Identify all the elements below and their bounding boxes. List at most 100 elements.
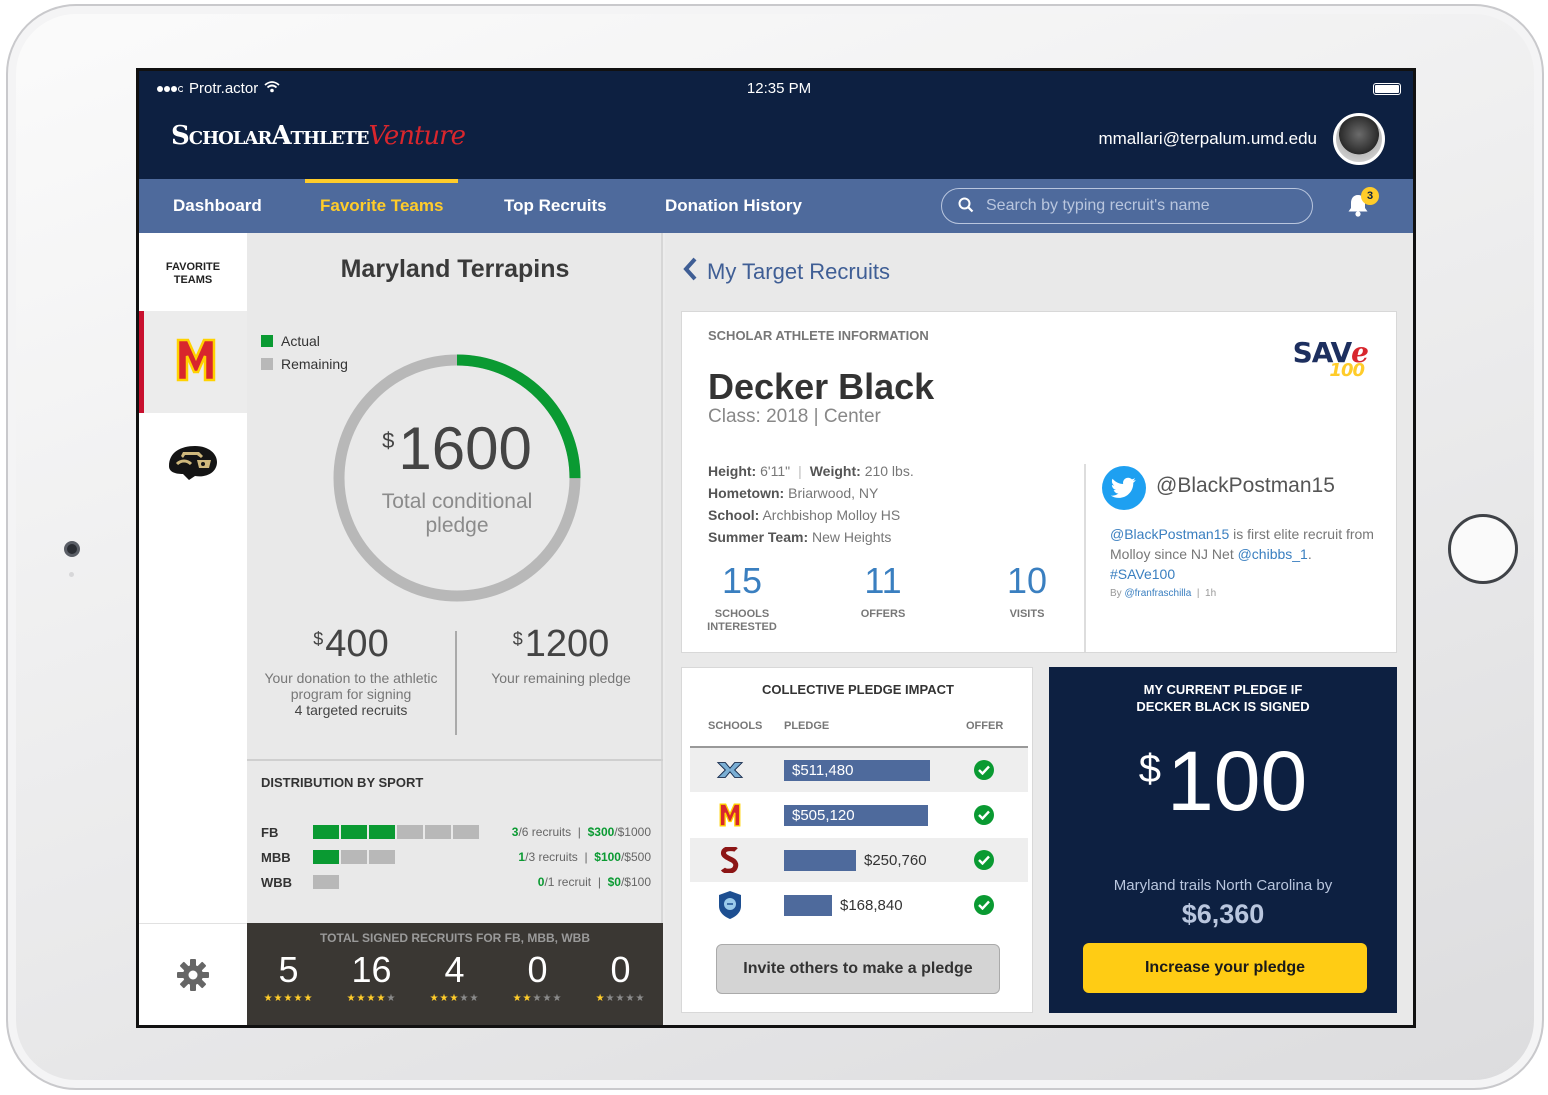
signed-count-value: 5 <box>278 949 299 990</box>
home-button[interactable] <box>1448 514 1518 584</box>
distribution-segment <box>341 850 367 864</box>
tweet-by: By <box>1110 588 1122 599</box>
distribution-segment <box>397 825 423 839</box>
stats-separator: | <box>584 850 588 864</box>
nav-top-recruits[interactable]: Top Recruits <box>504 179 607 233</box>
nav-favorite-teams[interactable]: Favorite Teams <box>304 179 459 233</box>
collective-pledge-impact-card: COLLECTIVE PLEDGE IMPACT SCHOOLS PLEDGE … <box>681 667 1033 1013</box>
stat-label: OFFERS <box>860 608 906 620</box>
colorado-buffaloes-logo-icon <box>165 442 221 487</box>
athlete-hometown: Briarwood, NY <box>788 485 879 501</box>
gear-icon <box>176 958 210 997</box>
columbia-lion-logo-icon <box>716 891 744 919</box>
distribution-segment <box>369 850 395 864</box>
total-pledge-value: 1600 <box>398 415 532 482</box>
sport-progress-bar <box>313 825 479 839</box>
stats-separator: | <box>597 875 601 889</box>
signed-count: 16 ★★★★★ <box>330 949 413 1004</box>
nav-donation-history[interactable]: Donation History <box>665 179 802 233</box>
my-pledge-title-line1: MY CURRENT PLEDGE IF <box>1143 682 1303 697</box>
signed-count-value: 0 <box>610 949 631 990</box>
signed-count: 0 ★★★★★ <box>579 949 662 1004</box>
app-logo[interactable]: ScholarAthleteVenture <box>171 121 466 151</box>
sport-progress-bar <box>313 875 339 889</box>
school-label: School: <box>708 507 760 523</box>
tweet-author[interactable]: @franfraschilla <box>1124 588 1191 599</box>
distribution-row: MBB 1/3 recruits | $100/$500 <box>261 848 651 868</box>
donut-center-text: $1600 Total conditional pledge <box>327 348 587 608</box>
donation-desc-line3: 4 targeted recruits <box>294 702 408 718</box>
status-bar: Protr.actor 12:35 PM <box>139 71 1413 107</box>
distribution-segment <box>369 825 395 839</box>
search-box[interactable] <box>941 188 1313 224</box>
tweet-mention[interactable]: @BlackPostman15 <box>1110 526 1229 542</box>
stat-value: 10 <box>1006 560 1048 601</box>
sport-total: /3 recruits <box>525 850 578 864</box>
sidebar-team-maryland[interactable] <box>139 311 247 413</box>
pledge-value: $168,840 <box>840 897 903 914</box>
logo-accent: Venture <box>368 121 466 151</box>
offer-check-icon <box>974 895 994 915</box>
distribution-segment <box>313 850 339 864</box>
remaining-value: 1200 <box>524 623 610 665</box>
tweet-hashtag[interactable]: #SAVe100 <box>1110 566 1175 582</box>
donation-desc-line2: program for signing <box>290 686 412 702</box>
signed-count: 4 ★★★★★ <box>413 949 496 1004</box>
impact-row: $505,120 <box>690 793 1028 837</box>
search-input[interactable] <box>986 194 1296 218</box>
star-rating-icon: ★★★★★ <box>512 993 563 1004</box>
donation-value: 400 <box>325 623 389 665</box>
summer-team-label: Summer Team: <box>708 529 809 545</box>
athlete-height: 6'11" <box>760 463 791 479</box>
impact-row: $168,840 <box>690 883 1028 927</box>
distribution-title: DISTRIBUTION BY SPORT <box>261 775 424 790</box>
twitter-divider <box>1084 464 1086 652</box>
sidebar-title: FAVORITE TEAMS <box>139 233 247 311</box>
recruit-detail-panel: My Target Recruits SCHOLAR ATHLETE INFOR… <box>665 233 1413 1025</box>
athlete-facts: Height: 6'11" | Weight: 210 lbs. Hometown:… <box>708 460 914 548</box>
remaining-summary: $1200 Your remaining pledge <box>457 623 665 686</box>
my-pledge-value: 100 <box>1167 734 1308 828</box>
legend-remaining-swatch <box>261 357 273 370</box>
invite-pledge-button[interactable]: Invite others to make a pledge <box>716 944 1000 994</box>
maryland-logo-icon <box>716 803 744 827</box>
athlete-weight: 210 lbs. <box>864 463 914 479</box>
sport-amount: $0 <box>607 875 621 889</box>
back-label: My Target Recruits <box>707 259 890 284</box>
total-pledge-amount: $1600 <box>327 414 587 483</box>
offer-check-icon <box>974 760 994 780</box>
star-rating-icon: ★★★★★ <box>429 993 480 1004</box>
athlete-height-weight: Height: 6'11" | Weight: 210 lbs. <box>708 460 914 482</box>
remaining-description: Your remaining pledge <box>491 670 631 686</box>
donation-desc-line1: Your donation to the athletic <box>264 670 438 686</box>
settings-button[interactable] <box>139 923 247 1025</box>
increase-pledge-button[interactable]: Increase your pledge <box>1083 943 1367 993</box>
battery-icon <box>1373 83 1401 95</box>
twitter-bird-icon[interactable] <box>1102 466 1146 510</box>
offer-check-icon <box>974 805 994 825</box>
sport-stats: 0/1 recruit | $0/$100 <box>538 875 651 889</box>
tweet-mention-2[interactable]: @chibbs_1 <box>1238 546 1308 562</box>
user-email[interactable]: mmallari@terpalum.umd.edu <box>1098 129 1317 149</box>
nav-dashboard[interactable]: Dashboard <box>173 179 262 233</box>
my-pledge-title: MY CURRENT PLEDGE IF DECKER BLACK IS SIG… <box>1049 681 1397 715</box>
back-to-target-recruits[interactable]: My Target Recruits <box>683 257 890 287</box>
sport-label: MBB <box>261 850 291 865</box>
height-label: Height: <box>708 463 757 479</box>
sidebar-team-colorado[interactable] <box>139 413 247 515</box>
athlete-name: Decker Black <box>708 366 935 407</box>
my-pledge-title-line2: DECKER BLACK IS SIGNED <box>1136 699 1310 714</box>
distribution-row: WBB 0/1 recruit | $0/$100 <box>261 873 651 893</box>
avatar[interactable] <box>1333 113 1385 165</box>
team-panel: Maryland Terrapins Actual Remaining $160… <box>247 233 665 1025</box>
remaining-currency: $ <box>512 629 523 649</box>
stat-visits: 10 VISITS <box>967 560 1087 621</box>
twitter-handle[interactable]: @BlackPostman15 <box>1156 474 1335 498</box>
sport-amount-total: /$500 <box>620 850 651 864</box>
signed-count: 0 ★★★★★ <box>496 949 579 1004</box>
athlete-summer-row: Summer Team: New Heights <box>708 526 914 548</box>
distribution-segment <box>313 875 339 889</box>
save100-logo-number: 100 <box>1329 360 1365 381</box>
maryland-logo-icon <box>175 336 217 389</box>
impact-title: COLLECTIVE PLEDGE IMPACT <box>762 682 954 697</box>
